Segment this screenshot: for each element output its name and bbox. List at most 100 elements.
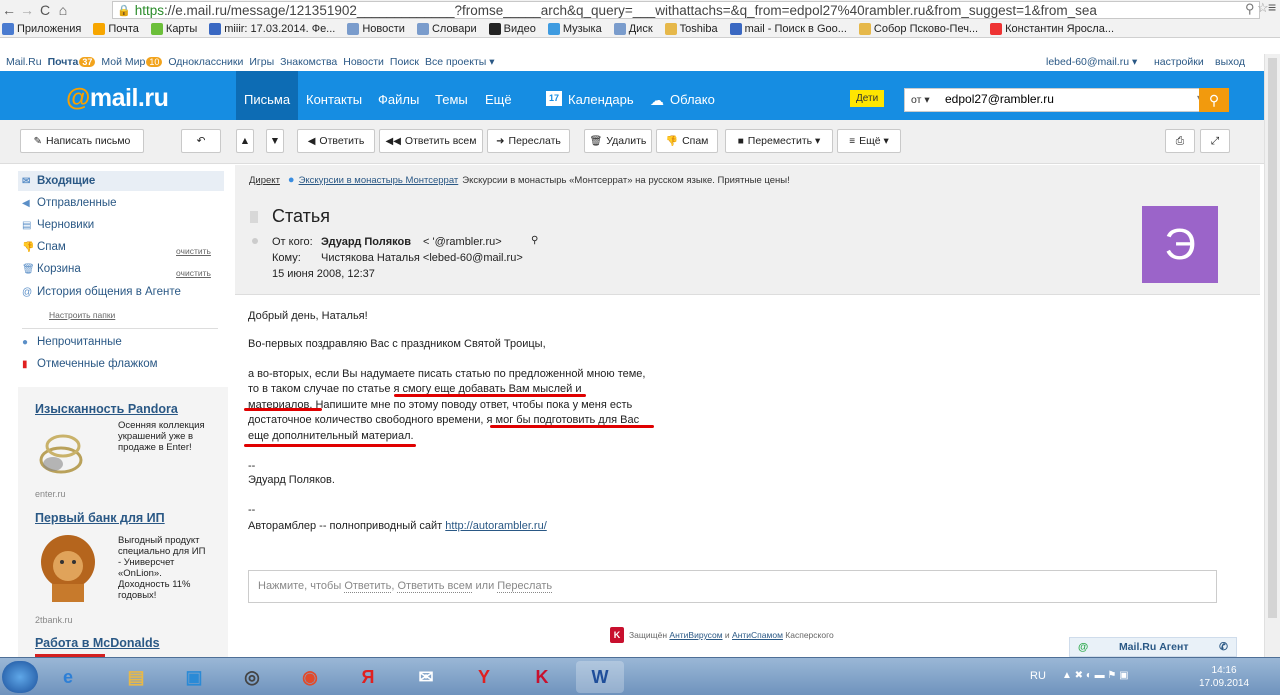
folder-sent[interactable]: ◀ Отправленные [22,197,117,209]
tray-lang[interactable]: RU [1030,670,1046,682]
search-from-select[interactable]: от ▾ [911,94,930,106]
folder-inbox[interactable]: ✉ Входящие [22,175,95,187]
bookmark-item[interactable]: miiir: 17.03.2014. Фе... [207,22,335,35]
bookmark-item[interactable]: Новости [345,22,405,35]
nav-files[interactable]: Файлы [378,92,419,107]
nav-contacts[interactable]: Контакты [306,92,362,107]
nav-calendar[interactable]: Календарь [568,92,634,107]
ad-title-mcdonalds[interactable]: Работа в McDonalds [35,636,160,650]
prev-message-button[interactable]: ▲ [236,129,254,153]
bookmark-item[interactable]: Константин Яросла... [988,22,1114,35]
portal-link-news[interactable]: Новости [343,56,384,68]
portal-link-mymir[interactable]: Мой Мир 10 [101,56,163,68]
folder-drafts[interactable]: ▤ Черновики [22,219,94,231]
system-clock[interactable]: 14:16 17.09.2014 [1199,664,1249,690]
next-message-button[interactable]: ▼ [266,129,284,153]
filter-flagged[interactable]: ▮ Отмеченные флажком [22,358,158,370]
bookmark-item[interactable]: Приложения [0,22,81,35]
sender-search-icon[interactable]: ⚲ [531,235,538,246]
spam-button[interactable]: 👎 Спам [656,129,718,153]
direct-ad-link[interactable]: Экскурсии в монастырь Монтсеррат [299,175,459,186]
nav-more[interactable]: Ещё [485,92,512,107]
scrollbar-thumb[interactable] [1268,58,1277,618]
ad-domain-enter[interactable]: enter.ru [35,489,66,499]
ad-image-lion[interactable] [38,532,98,604]
nav-letters[interactable]: Письма [244,92,290,107]
disc-icon[interactable]: ◎ [228,661,276,693]
folder-agent-history[interactable]: @ История общения в Агенте [22,286,181,298]
direct-label[interactable]: Директ [249,175,280,186]
kids-button[interactable]: Дети [850,90,885,107]
reload-icon[interactable]: C [36,2,54,18]
search-input[interactable] [945,92,1195,106]
exit-link[interactable]: выход [1215,56,1245,68]
reply-button[interactable]: ◀ Ответить [297,129,375,153]
word-icon[interactable]: W [576,661,624,693]
bookmark-item[interactable]: Почта [91,22,139,35]
folder-trash[interactable]: 🗑 Корзина [22,263,81,275]
search-icon[interactable]: ⚲ [1245,1,1255,17]
portal-link-ok[interactable]: Одноклассники [168,56,243,68]
delete-button[interactable]: 🗑 Удалить [584,129,652,153]
folder-spam[interactable]: 👎 Спам [22,241,66,253]
menu-icon[interactable]: ≡ [1268,0,1276,15]
from-name[interactable]: Эдуард Поляков [321,236,411,248]
to-address[interactable]: Чистякова Наталья <lebed-60@mail.ru> [321,252,523,264]
phone-icon[interactable]: ✆ [1219,641,1228,653]
ad-title-pandora[interactable]: Изысканность Pandora [35,402,178,416]
quick-forward-link[interactable]: Переслать [497,580,553,593]
portal-link-mailru[interactable]: Mail.Ru [6,56,42,68]
home-icon[interactable]: ⌂ [54,2,72,18]
signature-link[interactable]: http://autorambler.ru/ [445,520,547,532]
bookmark-item[interactable]: Музыка [546,22,602,35]
forward-icon[interactable]: → [18,2,36,18]
address-bar[interactable]: 🔒 https ://e.mail.ru/message/121351902__… [112,1,1260,19]
portal-link-dating[interactable]: Знакомства [280,56,337,68]
bookmark-star-icon[interactable]: ☆ [1257,0,1269,16]
antispam-link[interactable]: АнтиСпамом [732,630,783,640]
more-button[interactable]: ≡ Ещё ▾ [837,129,901,153]
bookmark-item[interactable]: Видео [487,22,536,35]
quick-reply-link[interactable]: Ответить [344,580,392,593]
mail-icon[interactable]: ✉ [402,661,450,693]
nav-cloud[interactable]: Облако [670,92,715,107]
quick-reply-box[interactable]: Нажмите, чтобы Ответить, Ответить всем и… [248,570,1217,603]
ad-domain-bank[interactable]: 2tbank.ru [35,615,73,625]
tray-icons[interactable]: ▲ ✖ ◐ ▬ ⚑ ▣ [1062,670,1129,681]
expand-button[interactable]: ⤢ [1200,129,1230,153]
kaspersky-taskbar-icon[interactable]: K [518,661,566,693]
bookmark-item[interactable]: Словари [415,22,477,35]
clear-trash-link[interactable]: очистить [176,268,211,278]
bookmark-item[interactable]: Собор Псково-Печ... [857,22,978,35]
compose-button[interactable]: ✎ Написать письмо [20,129,144,153]
yandex-icon[interactable]: Я [344,661,392,693]
portal-link-games[interactable]: Игры [249,56,274,68]
clear-spam-link[interactable]: очистить [176,246,211,256]
bookmark-item[interactable]: Диск [612,22,653,35]
forward-button[interactable]: ➜ Переслать [487,129,570,153]
yandex-browser-icon[interactable]: Y [460,661,508,693]
settings-link[interactable]: настройки [1154,56,1204,68]
mailru-agent-bar[interactable]: @ Mail.Ru Агент ✆ [1069,637,1237,657]
chrome-icon[interactable]: ◉ [286,661,334,693]
portal-link-pochta[interactable]: Почта 37 [48,56,96,68]
bookmark-item[interactable]: Карты [149,22,197,35]
user-menu[interactable]: lebed-60@mail.ru ▾ [1046,56,1137,68]
quick-reply-all-link[interactable]: Ответить всем [397,580,473,593]
start-button[interactable] [2,661,38,693]
mailru-logo[interactable]: @mail.ru [66,84,169,113]
ad-image-jewelry[interactable] [35,420,87,480]
explorer-icon[interactable]: ▤ [112,661,160,693]
move-button[interactable]: ■ Переместить ▾ [725,129,833,153]
undo-button[interactable]: ↶ [181,129,221,153]
print-button[interactable]: ⎙ [1165,129,1195,153]
portal-link-search[interactable]: Поиск [390,56,419,68]
ad-title-bank[interactable]: Первый банк для ИП [35,511,165,525]
bookmark-item[interactable]: Toshiba [663,22,718,35]
portal-link-all-projects[interactable]: Все проекты ▾ [425,56,494,68]
back-icon[interactable]: ← [0,2,18,18]
filter-unread[interactable]: ● Непрочитанные [22,336,122,348]
ie-icon[interactable]: e [44,661,92,693]
read-status-dot[interactable] [252,238,258,244]
antivirus-link[interactable]: АнтиВирусом [669,630,722,640]
